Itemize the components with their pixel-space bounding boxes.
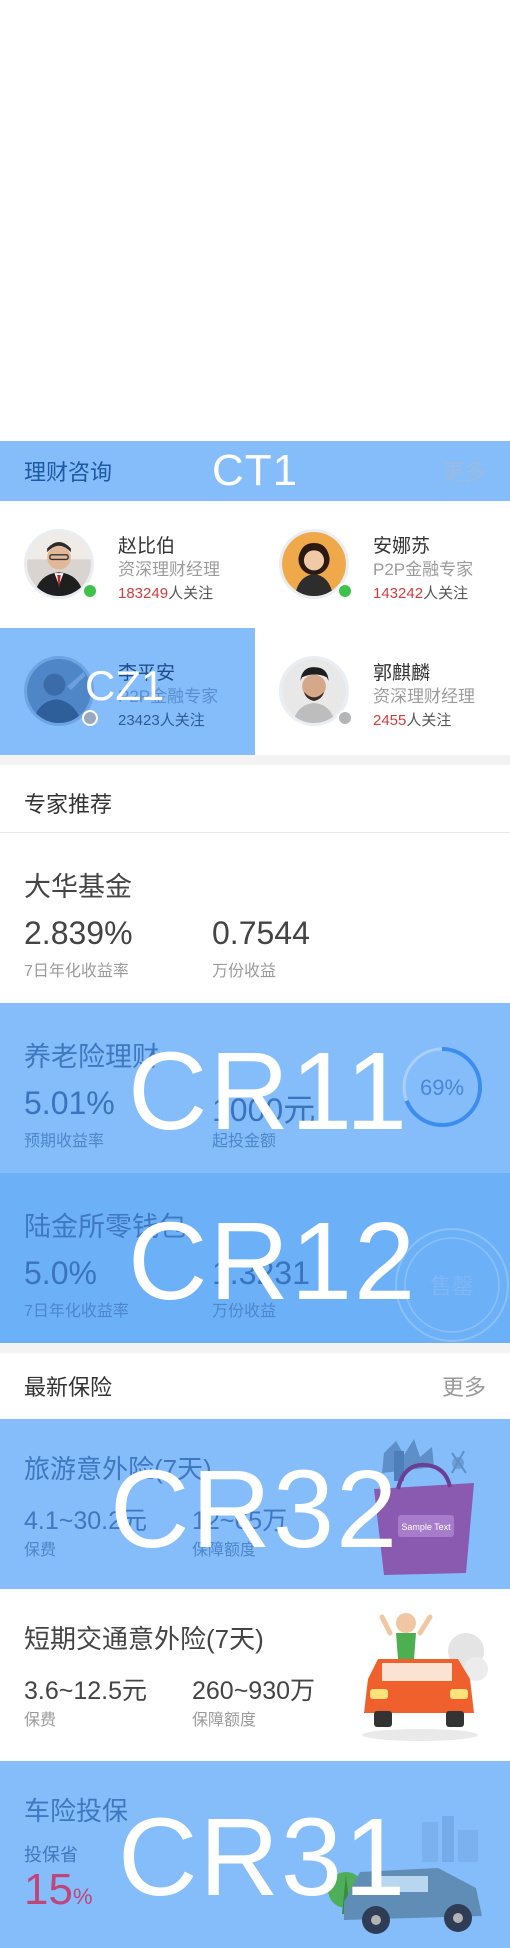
fund-yield-label: 7日年化收益率 <box>24 963 129 980</box>
insurance-name: 短期交通意外险(7天) <box>24 1624 264 1654</box>
coverage-value: 260~930万 <box>192 1677 316 1705</box>
insurance-title: 最新保险 <box>24 1375 113 1400</box>
follower-count: 143242 <box>373 585 424 602</box>
premium-label: 保费 <box>24 1712 57 1729</box>
advisor-role: 资深理财经理 <box>373 687 475 706</box>
cr32-overlay-label: CR32 <box>110 1448 400 1571</box>
cz1-overlay-label: CZ1 <box>85 662 165 709</box>
follower-count: 23423 <box>118 712 160 729</box>
fund-income-value: 0.7544 <box>212 915 310 951</box>
progress-gauge: 69% <box>402 1047 482 1127</box>
insurance-more-link[interactable]: 更多 <box>442 1370 510 1402</box>
advisor-card[interactable]: 安娜苏 P2P金融专家 143242人关注 <box>255 501 510 628</box>
advisor-followers: 23423人关注 <box>118 709 205 730</box>
fund-name: 大华基金 <box>24 872 132 902</box>
advisor-followers: 143242人关注 <box>373 582 468 603</box>
fund-yield-value: 5.0% <box>24 1255 97 1291</box>
advisor-name: 安娜苏 <box>373 536 431 557</box>
fund-income-label: 万份收益 <box>212 963 277 980</box>
insurance-card[interactable]: 旅游意外险(7天) 4.1~30.2元 保费 12~65万 保障额度 Sampl… <box>0 1419 510 1589</box>
car-insurance-sub: 投保省 <box>24 1845 78 1865</box>
blank-area <box>0 0 510 441</box>
car-insurance-name: 车险投保 <box>24 1796 129 1826</box>
fund-yield-value: 5.01% <box>24 1085 115 1121</box>
premium-value: 3.6~12.5元 <box>24 1677 148 1705</box>
offline-status-icon <box>82 710 98 726</box>
advisor-followers: 183249人关注 <box>118 582 213 603</box>
fund-yield-value: 2.839% <box>24 915 133 951</box>
fund-card[interactable]: 陆金所零钱包 5.0% 7日年化收益率 1.3231 万份收益 售罄 CR12 <box>0 1173 510 1343</box>
progress-text: 69% <box>420 1075 464 1100</box>
cr12-overlay-label: CR12 <box>128 1200 418 1323</box>
cr31-overlay-label: CR31 <box>118 1796 408 1919</box>
advisor-name: 赵比伯 <box>118 536 176 557</box>
car-insurance-card[interactable]: 车险投保 投保省 15% CR31 <box>0 1761 510 1948</box>
advisor-card[interactable]: 赵比伯 资深理财经理 183249人关注 <box>0 501 255 628</box>
experts-header: 专家推荐 <box>0 765 510 841</box>
ct1-overlay-label: CT1 <box>211 446 299 495</box>
premium-label: 保费 <box>24 1542 57 1559</box>
advisor-card[interactable]: 李平安 P2P金融专家 23423人关注 CZ1 <box>0 628 255 755</box>
offline-status-icon <box>337 710 353 726</box>
car-accident-illustration <box>362 1613 488 1741</box>
consult-more-link[interactable]: 更多 <box>442 455 510 487</box>
advisor-followers: 2455人关注 <box>373 709 451 730</box>
sold-out-text: 售罄 <box>430 1274 474 1299</box>
bag-label: Sample Text <box>401 1522 451 1532</box>
discount-number: 15 <box>24 1865 73 1914</box>
experts-title: 专家推荐 <box>24 792 113 817</box>
follower-suffix: 人关注 <box>168 585 214 602</box>
advisor-grid: 赵比伯 资深理财经理 183249人关注 安娜苏 P2P金融专家 143242人… <box>0 501 510 755</box>
car-insurance-discount: 15% <box>24 1865 93 1915</box>
advisor-name: 郭麒麟 <box>373 663 431 684</box>
insurance-header: 最新保险 更多 <box>0 1353 510 1419</box>
section-spacer <box>0 755 510 765</box>
follower-suffix: 人关注 <box>406 712 452 729</box>
section-spacer <box>0 1343 510 1353</box>
coverage-label: 保障额度 <box>192 1712 257 1729</box>
consult-header: 理财咨询 CT1 更多 <box>0 441 510 501</box>
follower-suffix: 人关注 <box>423 585 469 602</box>
fund-yield-label: 预期收益率 <box>24 1133 105 1150</box>
online-status-icon <box>82 583 98 599</box>
discount-unit: % <box>72 1884 93 1909</box>
advisor-role: P2P金融专家 <box>373 560 474 579</box>
fund-yield-label: 7日年化收益率 <box>24 1303 129 1320</box>
consult-title: 理财咨询 <box>24 460 113 485</box>
follower-suffix: 人关注 <box>159 712 205 729</box>
insurance-card[interactable]: 短期交通意外险(7天) 3.6~12.5元 保费 260~930万 保障额度 <box>0 1589 510 1759</box>
fund-card[interactable]: 养老险理财 5.01% 预期收益率 1000元 起投金额 69% CR11 <box>0 1003 510 1173</box>
follower-count: 183249 <box>118 585 169 602</box>
advisor-role: 资深理财经理 <box>118 560 220 579</box>
cr11-overlay-label: CR11 <box>128 1030 410 1153</box>
fund-card[interactable]: 大华基金 2.839% 7日年化收益率 0.7544 万份收益 <box>0 833 510 1003</box>
online-status-icon <box>337 583 353 599</box>
follower-count: 2455 <box>373 712 407 729</box>
advisor-card[interactable]: 郭麒麟 资深理财经理 2455人关注 <box>255 628 510 755</box>
